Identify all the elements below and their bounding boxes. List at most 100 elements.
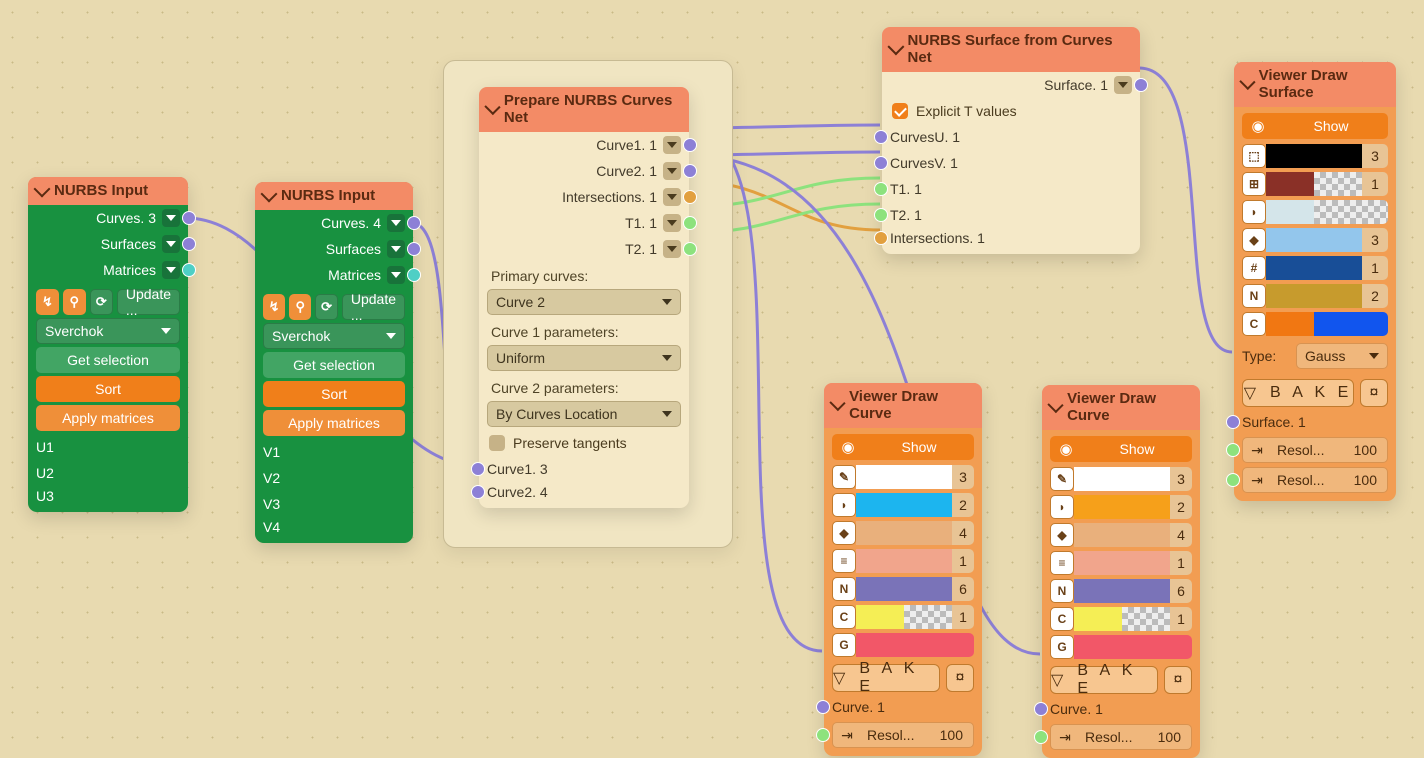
color-row[interactable]: #1 [1242, 255, 1388, 281]
socket-in[interactable] [874, 130, 888, 144]
value-field[interactable]: 6 [952, 577, 974, 601]
color-swatch[interactable] [856, 549, 952, 573]
resolution-u-spinner[interactable]: ⇥Resol...100 [1242, 437, 1388, 463]
resolution-v-spinner[interactable]: ⇥Resol...100 [1242, 467, 1388, 493]
color-row[interactable]: ✎3 [832, 464, 974, 490]
c1-params-select[interactable]: Uniform [487, 345, 681, 371]
value-field[interactable]: 3 [1362, 228, 1388, 252]
color-swatch[interactable] [1074, 635, 1192, 659]
color-row[interactable]: N2 [1242, 283, 1388, 309]
socket-out[interactable] [407, 268, 421, 282]
socket-menu[interactable] [162, 261, 180, 279]
color-swatch[interactable] [1266, 172, 1314, 196]
apply-matrices-button[interactable]: Apply matrices [263, 410, 405, 436]
color-swatch[interactable] [1074, 579, 1170, 603]
alpha-swatch[interactable] [1122, 607, 1170, 631]
color-swatch[interactable] [1266, 312, 1314, 336]
node-header[interactable]: Viewer Draw Curve [824, 383, 982, 428]
color-swatch[interactable] [856, 605, 904, 629]
color-swatch[interactable] [1266, 284, 1362, 308]
color-swatch[interactable] [856, 521, 952, 545]
socket-in[interactable] [816, 700, 830, 714]
value-field[interactable]: 2 [952, 493, 974, 517]
color-row[interactable]: N6 [1050, 578, 1192, 604]
node-header[interactable]: NURBS Input [28, 177, 188, 205]
c2-params-select[interactable]: By Curves Location [487, 401, 681, 427]
socket-menu[interactable] [387, 266, 405, 284]
bake-button[interactable]: ▽B A K E [1242, 379, 1354, 407]
color-swatch[interactable] [1074, 467, 1170, 491]
socket-in[interactable] [471, 485, 485, 499]
color-row[interactable]: ✎3 [1050, 466, 1192, 492]
get-selection-button[interactable]: Get selection [36, 347, 180, 373]
explicit-t-checkbox[interactable]: Explicit T values [882, 98, 1140, 124]
value-field[interactable]: 6 [1170, 579, 1192, 603]
alpha-swatch[interactable] [904, 605, 952, 629]
socket-menu[interactable] [162, 235, 180, 253]
color-swatch[interactable] [1266, 228, 1362, 252]
primary-curves-select[interactable]: Curve 2 [487, 289, 681, 315]
socket-menu[interactable] [387, 214, 405, 232]
value-field[interactable]: 1 [1170, 607, 1192, 631]
user-icon[interactable]: ⚲ [63, 289, 86, 315]
socket-menu[interactable] [663, 188, 681, 206]
socket-out[interactable] [1134, 78, 1148, 92]
socket-menu[interactable] [663, 136, 681, 154]
node-header[interactable]: NURBS Surface from Curves Net [882, 27, 1140, 72]
show-toggle[interactable]: ◉Show [832, 434, 974, 460]
socket-in[interactable] [471, 462, 485, 476]
color-row[interactable]: ≡1 [832, 548, 974, 574]
socket-out[interactable] [182, 237, 196, 251]
color-row[interactable]: ◆3 [1242, 227, 1388, 253]
socket-in[interactable] [1226, 415, 1240, 429]
socket-out[interactable] [407, 242, 421, 256]
apply-matrices-button[interactable]: Apply matrices [36, 405, 180, 431]
bake-settings-icon[interactable]: ¤ [1164, 666, 1192, 694]
socket-in[interactable] [874, 182, 888, 196]
bake-settings-icon[interactable]: ¤ [1360, 379, 1388, 407]
value-field[interactable]: 3 [952, 465, 974, 489]
color-row[interactable]: N6 [832, 576, 974, 602]
socket-out[interactable] [683, 190, 697, 204]
library-select[interactable]: Sverchok [36, 318, 180, 344]
color-swatch[interactable] [856, 577, 952, 601]
socket-in[interactable] [1226, 473, 1240, 487]
color-row[interactable]: C1 [1050, 606, 1192, 632]
value-field[interactable]: 4 [1170, 523, 1192, 547]
color-row[interactable]: G [832, 632, 974, 658]
socket-menu[interactable] [663, 240, 681, 258]
preserve-tangents-checkbox[interactable]: Preserve tangents [479, 430, 689, 456]
import-icon[interactable]: ↯ [36, 289, 59, 315]
color-swatch[interactable] [856, 633, 974, 657]
node-viewer-curve-a[interactable]: Viewer Draw Curve ◉Show ✎3◗2◆4≡1N6C1G ▽B… [824, 383, 982, 756]
node-prepare[interactable]: Prepare NURBS Curves Net Curve1. 1 Curve… [479, 87, 689, 508]
socket-out[interactable] [683, 164, 697, 178]
socket-in[interactable] [816, 728, 830, 742]
color-row[interactable]: C1 [832, 604, 974, 630]
node-header[interactable]: Viewer Draw Curve [1042, 385, 1200, 430]
refresh-icon[interactable]: ⟳ [315, 294, 337, 320]
color-swatch[interactable] [1266, 256, 1362, 280]
bake-settings-icon[interactable]: ¤ [946, 664, 974, 692]
color-swatch[interactable] [1074, 607, 1122, 631]
bake-button[interactable]: ▽B A K E [832, 664, 940, 692]
color-row[interactable]: ◆4 [832, 520, 974, 546]
value-field[interactable]: 1 [1362, 256, 1388, 280]
update-button[interactable]: Update ... [342, 294, 405, 320]
node-viewer-curve-b[interactable]: Viewer Draw Curve ◉Show ✎3◗2◆4≡1N6C1G ▽B… [1042, 385, 1200, 758]
color-swatch[interactable] [1074, 523, 1170, 547]
socket-in[interactable] [1226, 443, 1240, 457]
bake-button[interactable]: ▽B A K E [1050, 666, 1158, 694]
sort-button[interactable]: Sort [36, 376, 180, 402]
color-swatch[interactable] [856, 493, 952, 517]
resolution-spinner[interactable]: ⇥Resol...100 [1050, 724, 1192, 750]
value-field[interactable]: 1 [1362, 172, 1388, 196]
refresh-icon[interactable]: ⟳ [90, 289, 113, 315]
color-swatch[interactable] [856, 465, 952, 489]
color-swatch[interactable] [1074, 495, 1170, 519]
socket-menu[interactable] [162, 209, 180, 227]
node-header[interactable]: Viewer Draw Surface [1234, 62, 1396, 107]
value-field[interactable]: 1 [1170, 551, 1192, 575]
color-row[interactable]: ◗2 [1050, 494, 1192, 520]
color-row[interactable]: ◆4 [1050, 522, 1192, 548]
